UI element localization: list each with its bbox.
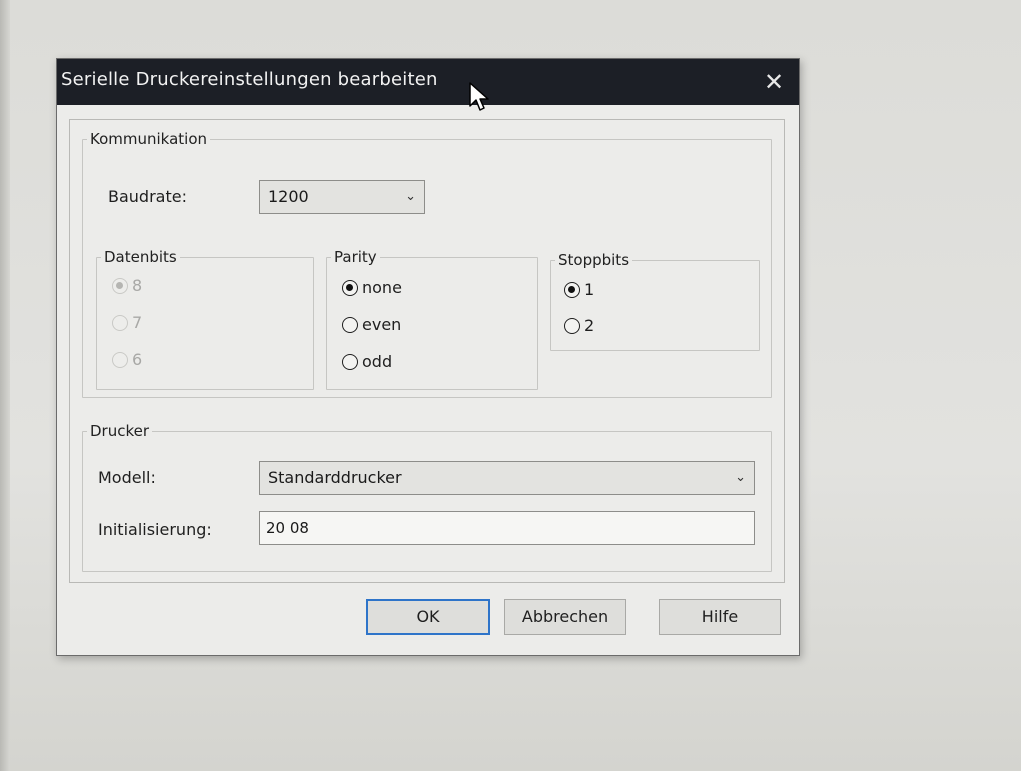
drucker-group: Drucker [82, 422, 772, 572]
dialog-titlebar[interactable]: Serielle Druckereinstellungen bearbeiten… [57, 59, 799, 105]
modell-value: Standarddrucker [268, 468, 402, 487]
stoppbits-radio-2[interactable]: 2 [564, 316, 594, 335]
radio-label: 2 [584, 316, 595, 335]
help-button[interactable]: Hilfe [659, 599, 781, 635]
close-button[interactable]: ✕ [749, 59, 799, 105]
stoppbits-radio-1[interactable]: 1 [564, 280, 594, 299]
dialog-title: Serielle Druckereinstellungen bearbeiten [61, 69, 438, 90]
kommunikation-legend: Kommunikation [90, 130, 208, 148]
chevron-down-icon: ⌄ [735, 470, 746, 485]
radio-circle [564, 317, 580, 334]
radio-circle [342, 353, 358, 370]
baudrate-value: 1200 [268, 187, 309, 206]
radio-circle [342, 279, 358, 296]
parity-legend: Parity [334, 248, 377, 266]
datenbits-radio-6: 6 [112, 350, 142, 369]
close-icon: ✕ [763, 68, 785, 96]
radio-label: none [362, 278, 402, 297]
modell-label: Modell: [98, 468, 156, 487]
radio-label: 1 [584, 280, 595, 299]
baudrate-select[interactable]: 1200 ⌄ [259, 180, 425, 214]
radio-label: 8 [132, 276, 143, 295]
parity-radio-odd[interactable]: odd [342, 352, 392, 371]
radio-circle [564, 281, 580, 298]
dialog-content: Kommunikation Baudrate: 1200 ⌄ Datenbits… [69, 119, 785, 583]
monitor-bezel [0, 0, 10, 771]
radio-circle [112, 314, 128, 331]
radio-circle [342, 316, 358, 333]
baudrate-label: Baudrate: [108, 187, 187, 206]
initialisierung-input[interactable]: 20 08 [259, 511, 755, 545]
printer-settings-dialog: Serielle Druckereinstellungen bearbeiten… [56, 58, 800, 656]
mouse-pointer-icon [469, 82, 489, 111]
stoppbits-legend: Stoppbits [558, 251, 630, 269]
parity-radio-even[interactable]: even [342, 315, 401, 334]
radio-label: 6 [132, 350, 143, 369]
drucker-legend: Drucker [90, 422, 150, 440]
datenbits-radio-7: 7 [112, 313, 142, 332]
datenbits-radio-8: 8 [112, 276, 142, 295]
chevron-down-icon: ⌄ [405, 189, 416, 204]
radio-circle [112, 351, 128, 368]
radio-circle [112, 277, 128, 294]
stoppbits-group: Stoppbits [550, 251, 760, 351]
cancel-button[interactable]: Abbrechen [504, 599, 626, 635]
parity-radio-none[interactable]: none [342, 278, 402, 297]
radio-label: odd [362, 352, 393, 371]
datenbits-legend: Datenbits [104, 248, 177, 266]
radio-label: even [362, 315, 402, 334]
initialisierung-label: Initialisierung: [98, 520, 212, 539]
modell-select[interactable]: Standarddrucker ⌄ [259, 461, 755, 495]
radio-label: 7 [132, 313, 143, 332]
ok-button[interactable]: OK [366, 599, 490, 635]
